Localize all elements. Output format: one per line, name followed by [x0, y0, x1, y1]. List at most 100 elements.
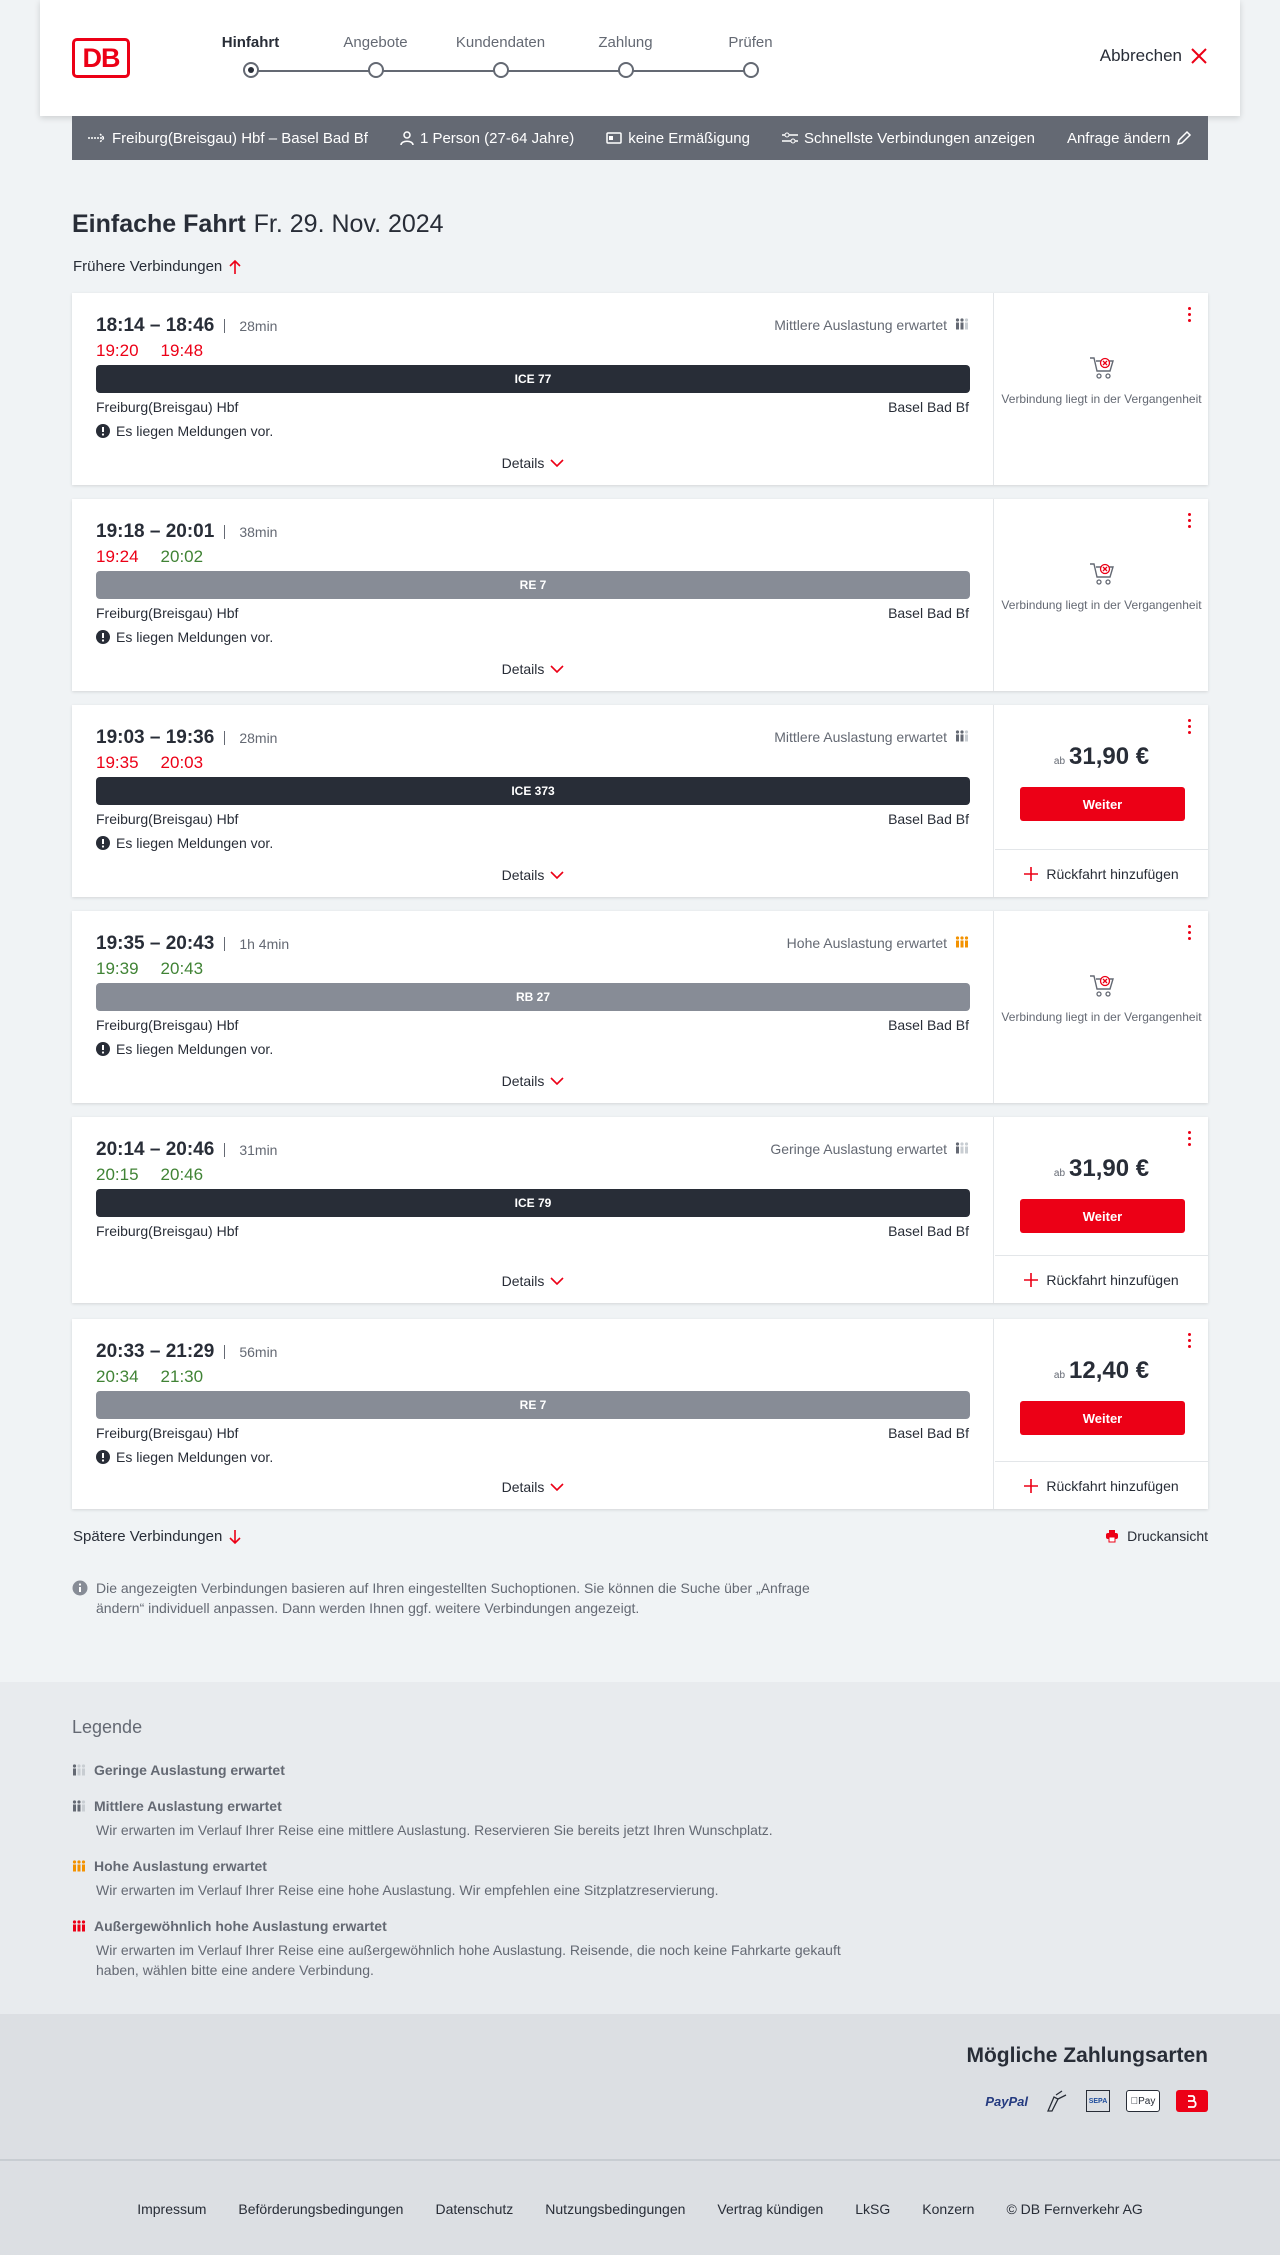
realtime-times: 20:34 21:30: [96, 1367, 203, 1387]
connection-main: 18:14 – 18:46 28min 19:20 19:48 Mittlere Aus…: [72, 293, 994, 485]
later-connections-link[interactable]: Spätere Verbindungen: [73, 1528, 242, 1545]
departure-station: Freiburg(Breisgau) Hbf: [96, 811, 239, 827]
notice-message: Es liegen Meldungen vor.: [96, 1041, 273, 1057]
step-angebote[interactable]: Angebote: [313, 34, 438, 78]
discount-summary: keine Ermäßigung: [606, 130, 750, 147]
footer-link[interactable]: Beförderungsbedingungen: [238, 2201, 403, 2217]
earlier-connections-link[interactable]: Frühere Verbindungen: [73, 258, 242, 275]
realtime-arrival: 19:48: [160, 341, 204, 360]
notice-message: Es liegen Meldungen vor.: [96, 423, 273, 439]
more-options-icon[interactable]: [1184, 925, 1194, 943]
more-options-icon[interactable]: [1184, 513, 1194, 531]
realtime-departure: 20:15: [96, 1165, 139, 1184]
alert-icon: [96, 836, 110, 850]
footer-link[interactable]: Impressum: [137, 2201, 206, 2217]
legend-high: Hohe Auslastung erwartet Wir erwarten im…: [72, 1858, 872, 1900]
travel-date: Fr. 29. Nov. 2024: [253, 210, 444, 238]
realtime-arrival: 20:43: [160, 959, 204, 978]
details-toggle[interactable]: Details: [72, 455, 994, 471]
train-bar[interactable]: ICE 77: [96, 365, 970, 393]
price: ab 12,40 €: [1053, 1357, 1150, 1384]
price: ab 31,90 €: [1053, 743, 1150, 770]
continue-button[interactable]: Weiter: [1020, 1199, 1185, 1233]
occupancy-icon: [955, 935, 969, 951]
connection-main: 20:33 – 21:29 56min 20:34 21:30 RE 7 Freiburg…: [72, 1319, 994, 1509]
connection-offer: ab 31,90 € Weiter Rückfahrt hinzufügen: [995, 705, 1208, 897]
continue-button[interactable]: Weiter: [1020, 787, 1185, 821]
train-bar[interactable]: ICE 79: [96, 1189, 970, 1217]
apple-pay-icon: Pay: [1126, 2090, 1160, 2112]
footer-link[interactable]: Vertrag kündigen: [717, 2201, 823, 2217]
footer-link[interactable]: Nutzungsbedingungen: [545, 2201, 685, 2217]
add-return-button[interactable]: Rückfahrt hinzufügen: [995, 1461, 1208, 1509]
realtime-times: 19:39 20:43: [96, 959, 203, 979]
footer-link[interactable]: Konzern: [922, 2201, 974, 2217]
train-bar[interactable]: RE 7: [96, 571, 970, 599]
footer-link[interactable]: LkSG: [855, 2201, 890, 2217]
connection-duration: 56min: [224, 1345, 277, 1359]
occupancy-icon: [955, 729, 969, 745]
cart-unavailable-icon: [1089, 357, 1114, 379]
more-options-icon[interactable]: [1184, 307, 1194, 325]
step-hinfahrt[interactable]: Hinfahrt: [188, 34, 313, 78]
details-toggle[interactable]: Details: [72, 1073, 994, 1089]
pencil-icon: [1177, 130, 1192, 146]
alert-icon: [96, 424, 110, 438]
more-options-icon[interactable]: [1184, 719, 1194, 737]
footer-link[interactable]: © DB Fernverkehr AG: [1006, 2201, 1142, 2217]
arrival-station: Basel Bad Bf: [888, 1223, 969, 1239]
realtime-departure: 19:20: [96, 341, 139, 360]
chevron-down-icon: [550, 459, 564, 467]
plus-icon: [1024, 1272, 1039, 1287]
occupancy-indicator: Mittlere Auslastung erwartet: [774, 729, 969, 745]
occupancy-indicator: Geringe Auslastung erwartet: [770, 1141, 969, 1157]
connection-card[interactable]: 18:14 – 18:46 28min 19:20 19:48 Mittlere Aus…: [72, 293, 1208, 485]
chevron-down-icon: [550, 665, 564, 673]
details-toggle[interactable]: Details: [72, 661, 994, 677]
cancel-label: Abbrechen: [1099, 46, 1182, 65]
footer-link[interactable]: Datenschutz: [435, 2201, 513, 2217]
realtime-times: 19:35 20:03: [96, 753, 203, 773]
add-return-button[interactable]: Rückfahrt hinzufügen: [995, 1255, 1208, 1303]
train-bar[interactable]: RE 7: [96, 1391, 970, 1419]
connection-main: 19:03 – 19:36 28min 19:35 20:03 Mittlere Aus…: [72, 705, 994, 897]
train-bar[interactable]: ICE 373: [96, 777, 970, 805]
card-icon: [606, 132, 622, 144]
print-view-link[interactable]: Druckansicht: [1105, 1528, 1208, 1544]
step-pruefen[interactable]: Prüfen: [688, 34, 813, 78]
connection-card[interactable]: 19:18 – 20:01 38min 19:24 20:02 RE 7 Freiburg…: [72, 499, 1208, 691]
connection-card[interactable]: 20:33 – 21:29 56min 20:34 21:30 RE 7 Freiburg…: [72, 1319, 1208, 1509]
past-connection-notice: Verbindung liegt in der Vergangenheit: [995, 973, 1208, 1025]
past-connection-notice: Verbindung liegt in der Vergangenheit: [995, 561, 1208, 613]
realtime-arrival: 20:03: [160, 753, 204, 772]
past-connection-notice: Verbindung liegt in der Vergangenheit: [995, 355, 1208, 407]
step-zahlung[interactable]: Zahlung: [563, 34, 688, 78]
connection-offer: Verbindung liegt in der Vergangenheit: [995, 911, 1208, 1103]
more-options-icon[interactable]: [1184, 1131, 1194, 1149]
continue-button[interactable]: Weiter: [1020, 1401, 1185, 1435]
add-return-button[interactable]: Rückfahrt hinzufügen: [995, 849, 1208, 897]
legend-low: Geringe Auslastung erwartet: [72, 1762, 872, 1778]
train-bar[interactable]: RB 27: [96, 983, 970, 1011]
edit-request-button[interactable]: Anfrage ändern: [1067, 130, 1192, 147]
connection-duration: 28min: [224, 731, 277, 745]
step-kundendaten[interactable]: Kundendaten: [438, 34, 563, 78]
cancel-button[interactable]: Abbrechen: [1100, 46, 1208, 66]
connection-card[interactable]: 19:35 – 20:43 1h 4min 19:39 20:43 Hohe Ausla…: [72, 911, 1208, 1103]
connection-card[interactable]: 20:14 – 20:46 31min 20:15 20:46 Geringe Ausl…: [72, 1117, 1208, 1303]
realtime-times: 19:24 20:02: [96, 547, 203, 567]
chevron-down-icon: [550, 1077, 564, 1085]
info-note: Die angezeigten Verbindungen basieren au…: [72, 1578, 842, 1618]
payment-title: Mögliche Zahlungsarten: [966, 2044, 1208, 2067]
details-toggle[interactable]: Details: [72, 1273, 994, 1289]
plus-icon: [1024, 1478, 1039, 1493]
connection-card[interactable]: 19:03 – 19:36 28min 19:35 20:03 Mittlere Aus…: [72, 705, 1208, 897]
more-options-icon[interactable]: [1184, 1333, 1194, 1351]
connection-duration: 1h 4min: [224, 937, 289, 951]
cart-unavailable-icon: [1089, 563, 1114, 585]
chevron-down-icon: [550, 1483, 564, 1491]
details-toggle[interactable]: Details: [72, 1479, 994, 1495]
db-logo[interactable]: DB: [72, 38, 130, 78]
details-toggle[interactable]: Details: [72, 867, 994, 883]
legend-title: Legende: [72, 1717, 143, 1737]
